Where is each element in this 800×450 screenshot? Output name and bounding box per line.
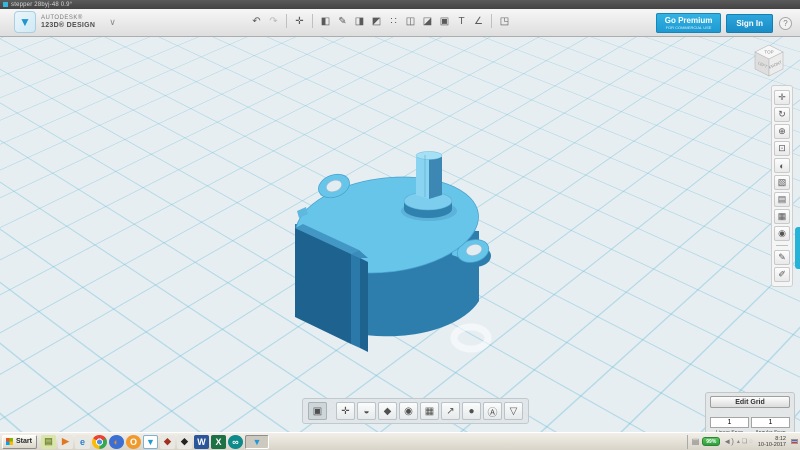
go-premium-button[interactable]: Go Premium FOR COMMERCIAL USE [655,13,722,33]
active-window-icon[interactable]: ▼ [244,434,269,449]
speaker-icon[interactable]: ◄) [723,437,734,446]
inkscape-icon[interactable]: ◆ [176,434,192,449]
autodesk-123d-logo-icon: ▼ [14,11,36,33]
app-menu[interactable]: ▼ AUTODESK® 123D® DESIGN ∨ [14,11,116,33]
toolbar-separator [776,245,788,246]
transform-icon[interactable]: ✛ [291,12,308,30]
grid-settings-panel: Edit Grid Linear Snap Angular Snap [705,392,795,432]
edit-grid-button[interactable]: Edit Grid [710,396,790,408]
system-tray: ▤ 99% ◄) ▴ ❏ ◌ 8:12 10-10-2017 [686,434,798,449]
snap-icon[interactable]: ◆ [378,402,397,420]
language-flag-icon[interactable] [791,439,798,444]
hidden-icons-chevron[interactable]: ▴ [737,438,740,445]
primitives-icon[interactable]: ◧ [317,12,334,30]
toolbar-separator [491,14,492,28]
windows-taskbar: Start ▤ ▶ e ◐ O ▼ ◆ ◆ W X ∞ ▼ ▤ 99% ◄) ▴ ❏ ◌ 8:12 1… [0,432,800,450]
notes-icon[interactable]: ▤ [40,434,56,449]
pattern-icon[interactable]: ∷ [385,12,402,30]
sign-in-button[interactable]: Sign In [726,13,773,33]
viewport-3d[interactable]: TOP LEFT FRONT ✛ ↻ ⊕ ⊡ ◐ ▧ ▤ ▦ ◉ ✎ ✐ ▣ ✛ ◒ ◆ ◉ ▦ ↗ ● Ⓐ ▽ Ed… [0,37,800,432]
view-cube[interactable]: TOP LEFT FRONT [746,38,792,84]
internet-explorer-icon[interactable]: e [74,434,90,449]
brand-line2: 123D® DESIGN [41,22,96,29]
view-home-icon[interactable]: ▣ [308,402,327,420]
measure-icon[interactable]: ∠ [470,12,487,30]
view-icon[interactable]: ◳ [496,12,513,30]
material-view-icon[interactable]: ▧ [774,175,790,190]
combine-icon[interactable]: ◪ [419,12,436,30]
text-icon[interactable]: T [453,12,470,30]
model-stepper-motor[interactable] [268,139,523,371]
export-icon[interactable]: ↗ [441,402,460,420]
construct-icon[interactable]: ◨ [351,12,368,30]
battery-indicator[interactable]: 99% [702,437,721,446]
start-label: Start [16,438,32,445]
firefox-icon[interactable]: ◐ [108,434,124,449]
meshmixer-icon[interactable]: ◆ [159,434,175,449]
linear-snap-input[interactable] [710,417,749,428]
printer-icon[interactable]: ▤ [692,437,700,446]
redo-icon[interactable]: ↷ [265,12,282,30]
123d-design-app: stepper 28byj-48 0.9° ▼ AUTODESK® 123D® … [0,0,800,450]
taskbar-apps: ▤ ▶ e ◐ O ▼ ◆ ◆ W X ∞ ▼ [40,434,271,449]
outlook-icon[interactable]: O [125,434,141,449]
filter-icon[interactable]: ▽ [504,402,523,420]
help-button[interactable]: ? [779,16,792,30]
clock-date: 10-10-2017 [757,441,786,448]
brand-line1: AUTODESK® [41,15,83,21]
window-titlebar[interactable]: stepper 28byj-48 0.9° [0,0,800,9]
group-icon[interactable]: ▦ [420,402,439,420]
render-icon[interactable]: ● [462,402,481,420]
excel-icon[interactable]: X [210,434,226,449]
brand-text: AUTODESK® 123D® DESIGN [41,14,95,30]
orbit-icon[interactable]: ↻ [774,107,790,122]
undo-icon[interactable]: ↶ [248,12,265,30]
taskbar-clock[interactable]: 8:12 10-10-2017 [758,436,786,448]
word-icon[interactable]: W [193,434,209,449]
wireframe-view-icon[interactable]: ▦ [774,209,790,224]
window-title: stepper 28byj-48 0.9° [11,1,73,8]
go-premium-sublabel: FOR COMMERCIAL USE [665,25,712,30]
tray-app-icon[interactable]: ❏ [742,438,747,445]
material-icon[interactable]: ◒ [357,402,376,420]
modify-icon[interactable]: ◩ [368,12,385,30]
go-premium-label: Go Premium [664,16,713,25]
123d-design-icon[interactable]: ▼ [142,434,158,449]
main-toolbar: ↶ ↷ ✛ ◧ ✎ ◨ ◩ ∷ ◫ ◪ ▣ T ∠ ◳ [248,12,513,30]
arduino-icon[interactable]: ∞ [227,434,243,449]
markup-icon[interactable]: ✐ [774,267,790,282]
chevron-down-icon[interactable]: ∨ [109,17,116,28]
parts-flyout-handle[interactable] [795,227,800,269]
zoom-icon[interactable]: ⊕ [774,124,790,139]
sketch-icon[interactable]: ✎ [334,12,351,30]
toolbar-separator [286,14,287,28]
media-player-icon[interactable]: ▶ [57,434,73,449]
visibility-icon[interactable]: ◉ [399,402,418,420]
ring-shadow [450,323,492,353]
header-right: Go Premium FOR COMMERCIAL USE Sign In ? [655,13,792,33]
notes-icon[interactable]: ✎ [774,250,790,265]
app-header: ▼ AUTODESK® 123D® DESIGN ∨ ↶ ↷ ✛ ◧ ✎ ◨ ◩ ∷ ◫ ◪ ▣ T ∠… [0,9,800,37]
camera-icon[interactable]: ◉ [774,226,790,241]
tray-network-icon[interactable]: ◌ [749,439,753,445]
view-cube-top-label: TOP [764,50,773,55]
window-app-icon [3,2,8,7]
material-icon[interactable]: ▣ [436,12,453,30]
view-mode-icon[interactable]: ◐ [774,158,790,173]
label-icon[interactable]: Ⓐ [483,402,502,420]
navigation-toolbar: ✛ ↻ ⊕ ⊡ ◐ ▧ ▤ ▦ ◉ ✎ ✐ [771,85,793,287]
toolbar-separator [312,14,313,28]
pan-icon[interactable]: ✛ [774,90,790,105]
windows-flag-icon [6,438,13,445]
chrome-icon[interactable] [91,434,107,449]
outline-view-icon[interactable]: ▤ [774,192,790,207]
display-toolbar: ▣ ✛ ◒ ◆ ◉ ▦ ↗ ● Ⓐ ▽ [302,398,529,424]
angular-snap-input[interactable] [751,417,790,428]
move-icon[interactable]: ✛ [336,402,355,420]
grouping-icon[interactable]: ◫ [402,12,419,30]
fit-view-icon[interactable]: ⊡ [774,141,790,156]
start-button[interactable]: Start [2,434,37,449]
